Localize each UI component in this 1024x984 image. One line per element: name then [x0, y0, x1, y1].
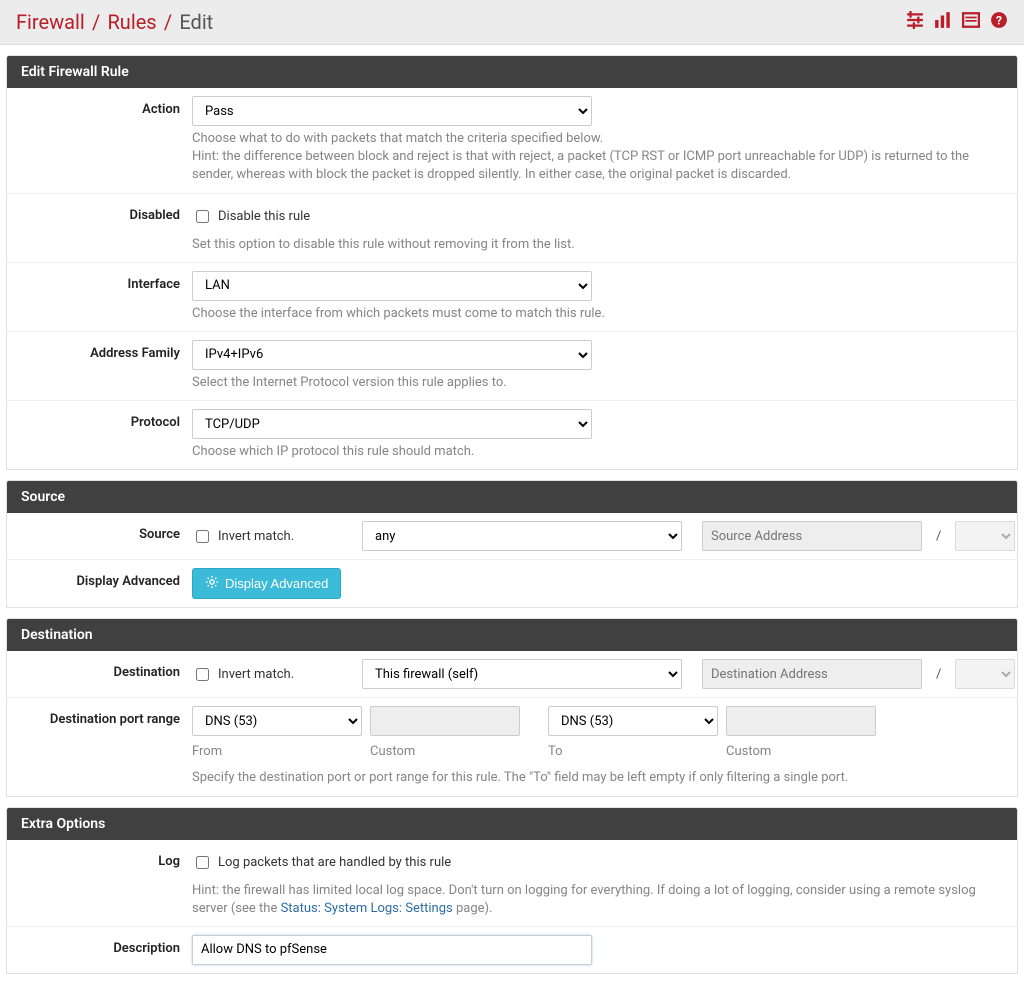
help-dport: Specify the destination port or port ran… — [192, 769, 1007, 787]
dest-mask-select — [955, 659, 1015, 689]
label-action: Action — [17, 96, 192, 117]
section-header-source: Source — [7, 481, 1017, 513]
dport-custom2-sublabel: Custom — [726, 744, 896, 759]
action-select[interactable]: Pass — [192, 96, 592, 126]
label-afamily: Address Family — [17, 340, 192, 361]
dest-invert-label: Invert match. — [218, 667, 294, 682]
section-extra: Extra Options Log Log packets that are h… — [6, 807, 1018, 974]
dport-to-custom-input — [726, 706, 876, 736]
section-destination: Destination Destination Invert match. Th… — [6, 618, 1018, 796]
log-icon[interactable] — [962, 11, 980, 33]
section-header-extra: Extra Options — [7, 808, 1017, 840]
log-checkbox-label: Log packets that are handled by this rul… — [218, 855, 451, 870]
dport-from-sublabel: From — [192, 744, 362, 759]
crumb-rules[interactable]: Rules — [107, 10, 156, 34]
disable-checkbox-label: Disable this rule — [218, 209, 310, 224]
label-destination: Destination — [17, 659, 192, 680]
label-log: Log — [17, 848, 192, 869]
slash-sep: / — [936, 529, 941, 544]
disable-checkbox[interactable] — [196, 210, 209, 223]
afamily-select[interactable]: IPv4+IPv6 — [192, 340, 592, 370]
syslog-settings-link[interactable]: Status: System Logs: Settings — [281, 901, 453, 916]
source-type-select[interactable]: any — [362, 521, 682, 551]
label-protocol: Protocol — [17, 409, 192, 430]
chart-icon[interactable] — [934, 11, 952, 33]
gear-icon — [205, 575, 219, 592]
dport-to-sublabel: To — [548, 744, 718, 759]
source-mask-select — [955, 521, 1015, 551]
dest-address-input — [702, 659, 922, 689]
dest-invert-checkbox[interactable] — [196, 668, 209, 681]
help-disabled: Set this option to disable this rule wit… — [192, 236, 1007, 254]
display-advanced-button-label: Display Advanced — [225, 576, 328, 591]
dport-from-select[interactable]: DNS (53) — [192, 706, 362, 736]
dest-type-select[interactable]: This firewall (self) — [362, 659, 682, 689]
help-log: Hint: the firewall has limited local log… — [192, 882, 1007, 918]
help-afamily: Select the Internet Protocol version thi… — [192, 374, 1007, 392]
svg-text:?: ? — [996, 15, 1002, 29]
help-protocol: Choose which IP protocol this rule shoul… — [192, 443, 1007, 461]
label-disabled: Disabled — [17, 202, 192, 223]
section-header-destination: Destination — [7, 619, 1017, 651]
sliders-icon[interactable] — [906, 11, 924, 33]
label-dport: Destination port range — [17, 706, 192, 727]
crumb-sep: / — [164, 10, 172, 34]
crumb-edit: Edit — [179, 10, 213, 34]
description-input[interactable] — [192, 935, 592, 965]
log-checkbox[interactable] — [196, 856, 209, 869]
dport-to-select[interactable]: DNS (53) — [548, 706, 718, 736]
help-action: Choose what to do with packets that matc… — [192, 130, 1007, 185]
help-interface: Choose the interface from which packets … — [192, 305, 1007, 323]
source-invert-checkbox[interactable] — [196, 530, 209, 543]
slash-sep: / — [936, 667, 941, 682]
protocol-select[interactable]: TCP/UDP — [192, 409, 592, 439]
dport-from-custom-input — [370, 706, 520, 736]
crumb-firewall[interactable]: Firewall — [16, 10, 85, 34]
breadcrumb: Firewall / Rules / Edit — [16, 10, 213, 34]
section-edit-rule: Edit Firewall Rule Action Pass Choose wh… — [6, 55, 1018, 470]
label-display-advanced: Display Advanced — [17, 568, 192, 589]
help-icon[interactable]: ? — [990, 11, 1008, 33]
section-source: Source Source Invert match. any / Displa… — [6, 480, 1018, 608]
dport-custom1-sublabel: Custom — [370, 744, 540, 759]
interface-select[interactable]: LAN — [192, 271, 592, 301]
label-source: Source — [17, 521, 192, 542]
source-address-input — [702, 521, 922, 551]
section-header-edit: Edit Firewall Rule — [7, 56, 1017, 88]
source-invert-label: Invert match. — [218, 529, 294, 544]
label-interface: Interface — [17, 271, 192, 292]
display-advanced-button[interactable]: Display Advanced — [192, 568, 341, 599]
crumb-sep: / — [92, 10, 100, 34]
label-description: Description — [17, 935, 192, 956]
